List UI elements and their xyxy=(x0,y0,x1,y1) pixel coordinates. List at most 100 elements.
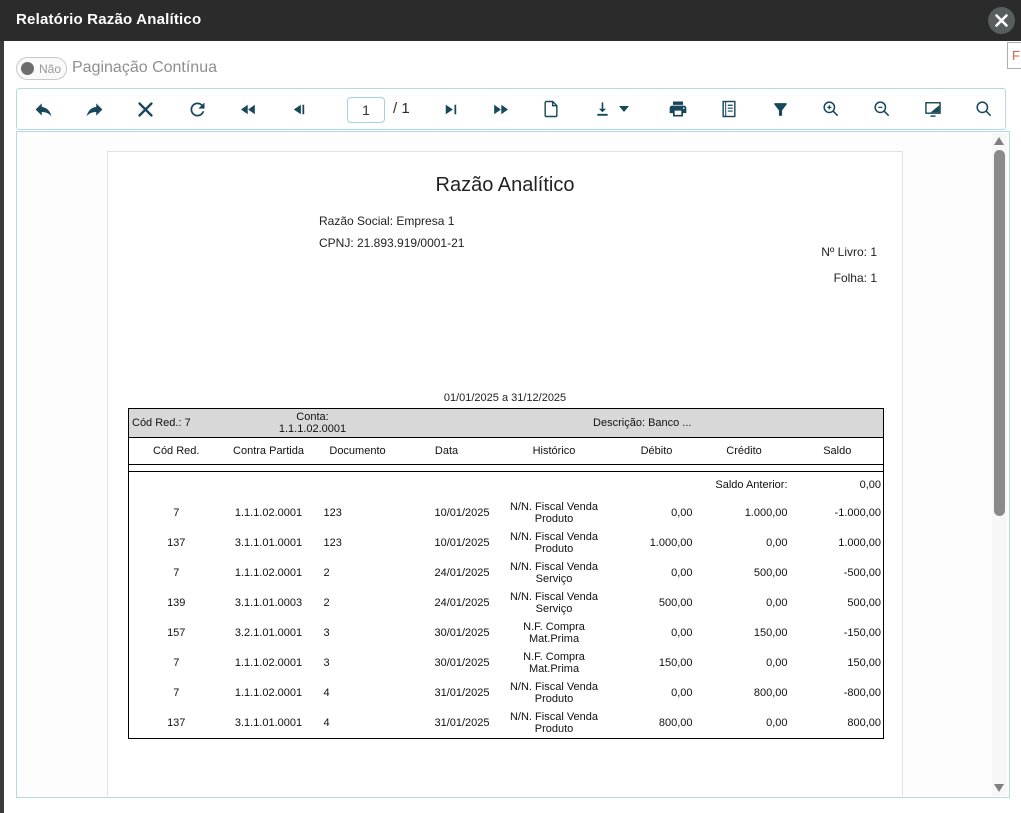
viewer-toolbar: / 1 xyxy=(16,88,1006,130)
table-cell: 7 xyxy=(129,558,224,588)
previous-page-button[interactable] xyxy=(284,95,312,123)
table-cell: 7 xyxy=(129,678,224,708)
table-cell: 30/01/2025 xyxy=(402,648,492,678)
table-cell: 800,00 xyxy=(617,708,697,739)
table-cell: 139 xyxy=(129,588,224,618)
table-cell: 1.1.1.02.0001 xyxy=(224,678,314,708)
table-cell: 157 xyxy=(129,618,224,648)
caret-down-icon xyxy=(619,106,629,112)
print-icon xyxy=(668,99,688,119)
group-conta: Conta: 1.1.1.02.0001 xyxy=(224,409,402,438)
close-button[interactable] xyxy=(988,7,1015,34)
redo-icon xyxy=(84,99,105,120)
toggle-state-label: Não xyxy=(39,62,61,76)
table-cell: 30/01/2025 xyxy=(402,618,492,648)
document-button[interactable] xyxy=(715,95,743,123)
group-descricao: Descrição: Banco ... xyxy=(402,409,884,438)
next-page-button[interactable] xyxy=(436,95,464,123)
refresh-icon xyxy=(187,99,208,120)
table-row: 71.1.1.02.0001330/01/2025N.F. Compra Mat… xyxy=(129,648,884,678)
table-cell: 3.2.1.01.0001 xyxy=(224,618,314,648)
column-header: Cód Red. xyxy=(129,438,224,465)
table-cell: N/N. Fiscal Venda Produto xyxy=(492,498,617,528)
report-cnpj: CPNJ: 21.893.919/0001-21 xyxy=(319,236,464,250)
table-cell: 0,00 xyxy=(697,708,792,739)
table-row: 1573.2.1.01.0001330/01/2025N.F. Compra M… xyxy=(129,618,884,648)
table-cell: 24/01/2025 xyxy=(402,558,492,588)
page-number-input[interactable] xyxy=(347,97,385,123)
download-button[interactable] xyxy=(588,95,616,123)
zoom-in-icon xyxy=(821,99,841,119)
table-cell: 0,00 xyxy=(697,588,792,618)
table-cell: N.F. Compra Mat.Prima xyxy=(492,648,617,678)
table-cell: 7 xyxy=(129,648,224,678)
zoom-out-button[interactable] xyxy=(868,95,896,123)
pagination-row: Não Paginação Contínua xyxy=(16,56,217,80)
dialog-title: Relatório Razão Analítico xyxy=(16,11,201,28)
document-outline-icon xyxy=(719,99,739,119)
table-cell: 3 xyxy=(314,648,402,678)
table-cell: 500,00 xyxy=(792,588,884,618)
column-header: Documento xyxy=(314,438,402,465)
undo-icon xyxy=(33,99,54,120)
table-cell: N/N. Fiscal Venda Serviço xyxy=(492,558,617,588)
zoom-in-button[interactable] xyxy=(817,95,845,123)
fast-forward-button[interactable] xyxy=(486,95,514,123)
table-cell: 150,00 xyxy=(792,648,884,678)
search-icon xyxy=(974,99,994,119)
table-cell: 0,00 xyxy=(697,528,792,558)
table-cell: 10/01/2025 xyxy=(402,498,492,528)
vertical-scrollbar[interactable] xyxy=(992,133,1007,796)
table-cell: 2 xyxy=(314,588,402,618)
table-cell: 123 xyxy=(314,498,402,528)
table-cell: 7 xyxy=(129,498,224,528)
report-title: Razão Analítico xyxy=(108,174,902,197)
report-period: 01/01/2025 a 31/12/2025 xyxy=(108,392,902,404)
table-cell: 150,00 xyxy=(697,618,792,648)
undo-button[interactable] xyxy=(29,95,57,123)
table-cell: 1.1.1.02.0001 xyxy=(224,558,314,588)
scroll-up-icon[interactable] xyxy=(994,137,1004,145)
new-page-button[interactable] xyxy=(537,95,565,123)
table-cell: 800,00 xyxy=(792,708,884,739)
column-header: Data xyxy=(402,438,492,465)
table-cell: 1.000,00 xyxy=(617,528,697,558)
column-header: Crédito xyxy=(697,438,792,465)
zoom-out-icon xyxy=(872,99,892,119)
fast-backward-icon xyxy=(239,100,258,119)
saldo-anterior-value: 0,00 xyxy=(792,472,884,498)
fit-screen-button[interactable] xyxy=(919,95,947,123)
table-cell: 500,00 xyxy=(617,588,697,618)
fast-backward-button[interactable] xyxy=(234,95,262,123)
redo-button[interactable] xyxy=(80,95,108,123)
table-group-header: Cód Red.: 7 Conta: 1.1.1.02.0001 Descriç… xyxy=(129,409,884,438)
search-button[interactable] xyxy=(970,95,998,123)
continuous-pagination-toggle[interactable]: Não xyxy=(16,57,67,80)
toggle-knob-icon xyxy=(21,62,34,75)
next-page-icon xyxy=(441,100,460,119)
report-viewer: Razão Analítico Razão Social: Empresa 1 … xyxy=(16,131,1010,798)
column-header: Débito xyxy=(617,438,697,465)
saldo-anterior-row: Saldo Anterior: 0,00 xyxy=(129,472,884,498)
scroll-down-icon[interactable] xyxy=(994,784,1004,792)
download-icon xyxy=(593,100,612,119)
refresh-button[interactable] xyxy=(183,95,211,123)
table-cell: 3.1.1.01.0003 xyxy=(224,588,314,618)
report-page: Razão Analítico Razão Social: Empresa 1 … xyxy=(107,151,903,796)
scrollbar-thumb[interactable] xyxy=(994,150,1005,516)
table-cell: 4 xyxy=(314,708,402,739)
table-cell: N/N. Fiscal Venda Produto xyxy=(492,528,617,558)
filter-button[interactable] xyxy=(766,95,794,123)
table-cell: 0,00 xyxy=(617,618,697,648)
table-cell: 1.000,00 xyxy=(697,498,792,528)
table-cell: -800,00 xyxy=(792,678,884,708)
table-cell: 10/01/2025 xyxy=(402,528,492,558)
table-cell: 1.1.1.02.0001 xyxy=(224,648,314,678)
table-cell: 0,00 xyxy=(617,498,697,528)
saldo-anterior-label: Saldo Anterior: xyxy=(129,472,792,498)
cancel-button[interactable] xyxy=(131,95,159,123)
print-button[interactable] xyxy=(664,95,692,123)
report-book-number: Nº Livro: 1 xyxy=(821,245,877,259)
download-menu-button[interactable] xyxy=(615,95,633,123)
table-cell: 0,00 xyxy=(617,558,697,588)
